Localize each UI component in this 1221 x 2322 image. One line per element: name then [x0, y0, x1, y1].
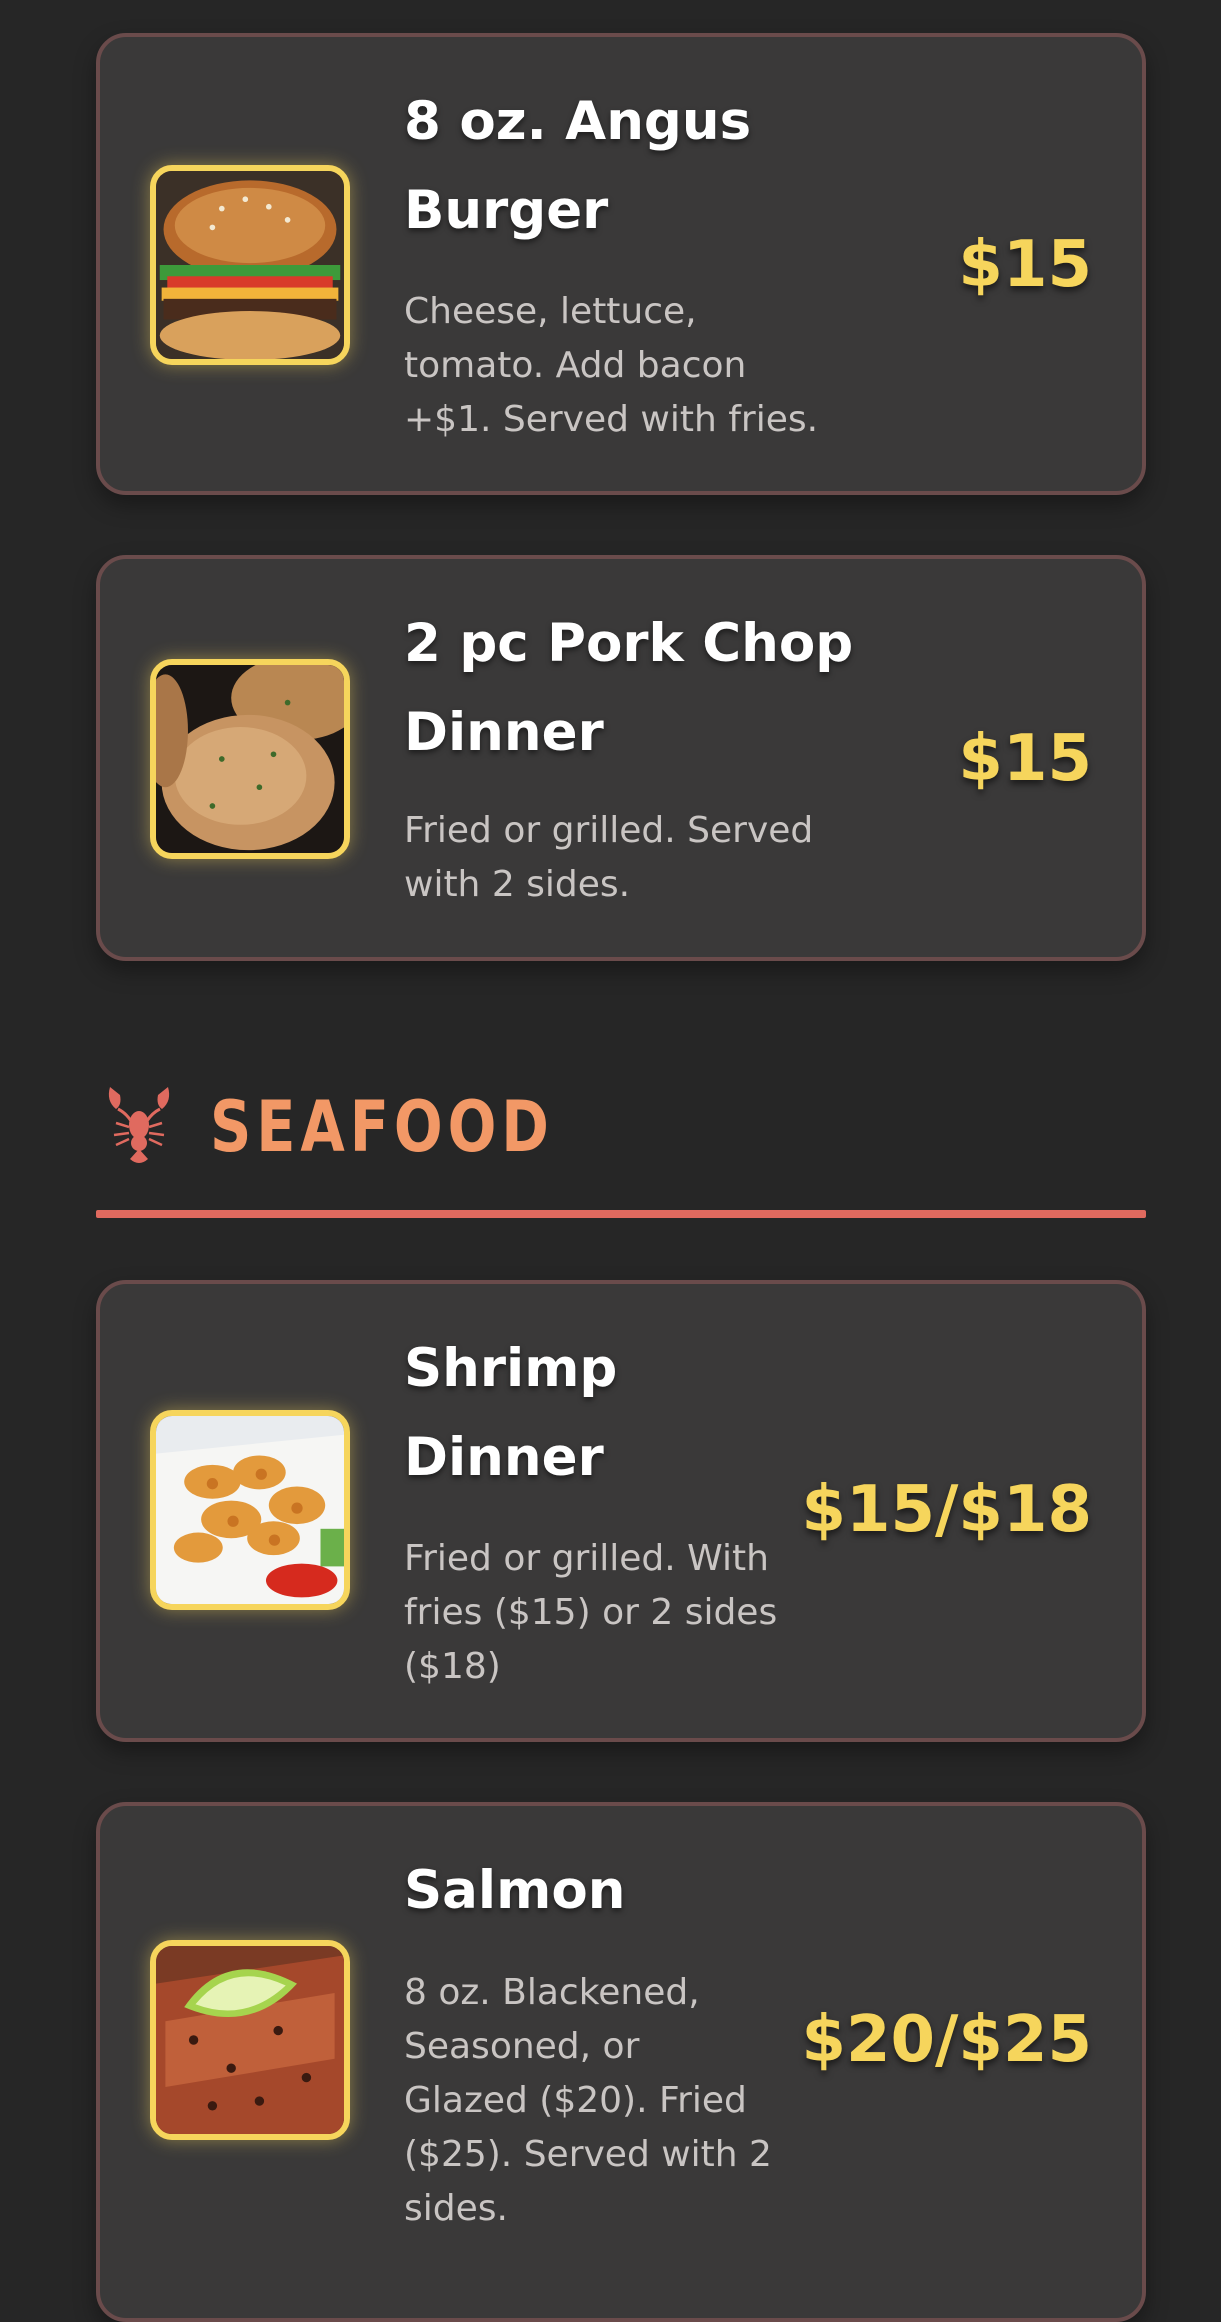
menu-item-card[interactable]: Shrimp Dinner Fried or grilled. With fri… — [96, 1280, 1146, 1742]
menu-item-description: 8 oz. Blackened, Seasoned, or Glazed ($2… — [404, 1972, 772, 2229]
burger-image — [150, 165, 350, 365]
menu-item-description: Fried or grilled. With fries ($15) or 2 … — [404, 1538, 778, 1687]
section-divider — [96, 1210, 1146, 1218]
menu-item-description: Cheese, lettuce, tomato. Add bacon +$1. … — [404, 291, 819, 440]
menu-item-card[interactable]: Salmon 8 oz. Blackened, Seasoned, or Gla… — [96, 1802, 1146, 2322]
pork-chop-image — [150, 659, 350, 859]
menu-item-price: $15/$18 — [801, 1473, 1092, 1547]
section-title: SEAFOOD — [210, 1086, 554, 1168]
salmon-image — [150, 1940, 350, 2140]
menu-item-title: Shrimp Dinner — [404, 1338, 618, 1488]
menu-item-price: $15 — [958, 228, 1092, 302]
menu-item-title: 8 oz. Angus Burger — [404, 91, 752, 241]
menu-item-price: $15 — [958, 722, 1092, 796]
menu-item-card[interactable]: 8 oz. Angus Burger Cheese, lettuce, toma… — [96, 33, 1146, 495]
menu-item-price: $20/$25 — [801, 2003, 1092, 2077]
shrimp-image — [150, 1410, 350, 1610]
menu-item-description: Fried or grilled. Served with 2 sides. — [404, 810, 814, 905]
menu-item-title: Salmon — [404, 1860, 626, 1921]
menu-item-card[interactable]: 2 pc Pork Chop Dinner Fried or grilled. … — [96, 555, 1146, 961]
lobster-icon — [108, 1087, 170, 1163]
section-header: SEAFOOD — [96, 1083, 1146, 1169]
menu-item-title: 2 pc Pork Chop Dinner — [404, 613, 854, 763]
